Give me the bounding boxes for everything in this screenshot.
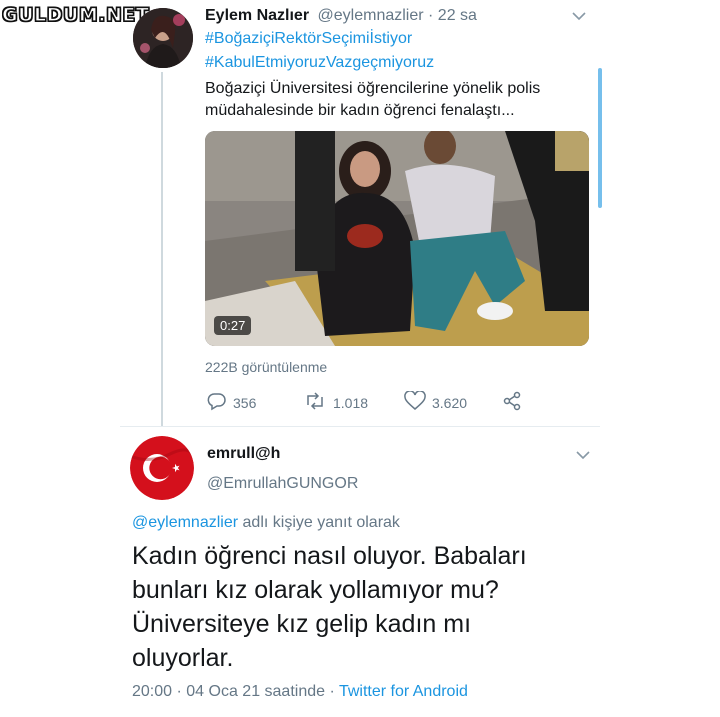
avatar-eylem[interactable] bbox=[133, 8, 193, 68]
tweet-meta: 20:00 · 04 Oca 21 saatinde · Twitter for… bbox=[132, 683, 468, 701]
user-handle[interactable]: @EmrullahGUNGOR bbox=[207, 475, 358, 493]
reply-count: 356 bbox=[233, 394, 257, 411]
thread-connector bbox=[161, 72, 163, 426]
retweet-count: 1.018 bbox=[333, 394, 369, 411]
retweet-icon bbox=[303, 391, 327, 414]
hashtag-link[interactable]: #KabulEtmiyoruzVazgeçmiyoruz bbox=[205, 54, 434, 72]
hashtag-link[interactable]: #BoğaziçiRektörSeçimiİstiyor bbox=[205, 30, 412, 48]
reply-context: @eylemnazlier adlı kişiye yanıt olarak bbox=[132, 514, 400, 532]
handle-time: @eylemnazlier · 22 sa bbox=[317, 7, 477, 24]
video-duration: 0:27 bbox=[214, 316, 252, 335]
reply-button[interactable]: 356 bbox=[207, 391, 256, 414]
avatar-emrullah[interactable] bbox=[130, 436, 194, 500]
display-name[interactable]: Eylem Nazlıer bbox=[205, 7, 309, 24]
divider bbox=[120, 426, 600, 427]
share-icon bbox=[502, 391, 522, 414]
like-button[interactable]: 3.620 bbox=[404, 390, 468, 414]
reply-context-label: adlı kişiye yanıt olarak bbox=[242, 514, 400, 531]
share-button[interactable] bbox=[502, 391, 522, 414]
reply-mention-link[interactable]: @eylemnazlier bbox=[132, 514, 238, 531]
chevron-down-icon[interactable] bbox=[571, 9, 587, 25]
tweet-text: Boğaziçi Üniversitesi öğrencilerine yöne… bbox=[205, 80, 541, 119]
timestamp[interactable]: 20:00 · 04 Oca 21 saatinde · bbox=[132, 683, 335, 700]
display-name[interactable]: emrull@h bbox=[207, 445, 280, 463]
video-thumbnail[interactable] bbox=[205, 131, 589, 346]
scrollbar[interactable] bbox=[598, 68, 602, 208]
tweet-text: Kadın öğrenci nasıl oluyor. Babaları bun… bbox=[132, 542, 527, 672]
like-count: 3.620 bbox=[432, 394, 468, 411]
watermark-logo: GULDUM.NET bbox=[1, 3, 150, 26]
retweet-button[interactable]: 1.018 bbox=[303, 391, 368, 414]
like-icon bbox=[404, 390, 426, 414]
view-count: 222B görüntülenme bbox=[205, 359, 328, 375]
source-link[interactable]: Twitter for Android bbox=[339, 683, 468, 700]
chevron-down-icon[interactable] bbox=[575, 448, 591, 464]
reply-icon bbox=[207, 391, 227, 414]
